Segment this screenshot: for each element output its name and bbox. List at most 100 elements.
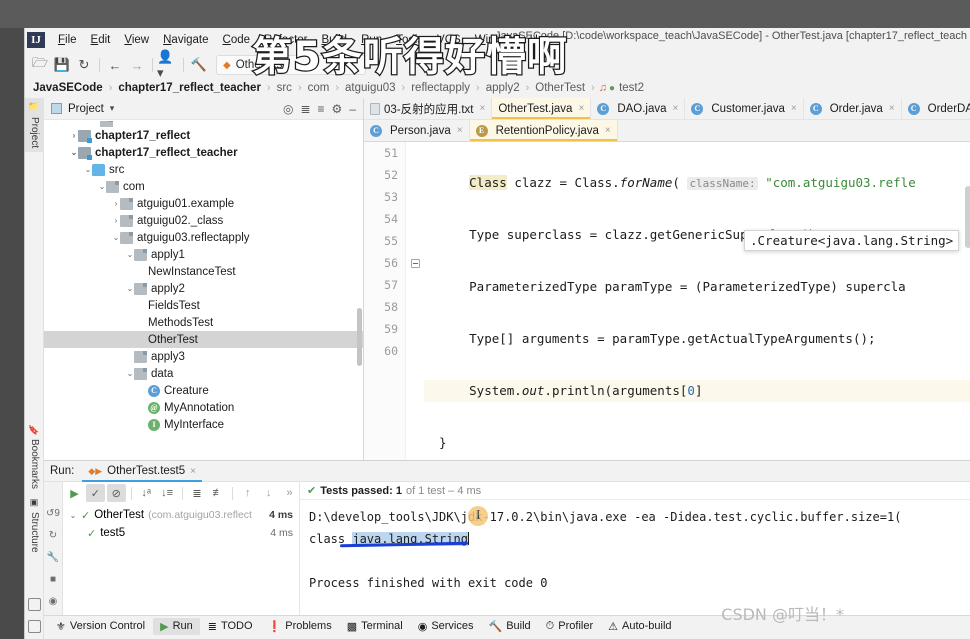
menu-tools[interactable]: Tools [389,32,430,48]
tree-row-creature[interactable]: C Creature [44,382,363,399]
close-icon[interactable]: × [605,125,611,136]
save-icon[interactable]: 💾 [51,55,73,75]
forward-arrow-icon[interactable]: → [126,55,148,75]
collapse-arrow-icon[interactable]: ⌄ [112,233,120,242]
breadcrumb-item-4[interactable]: atguigu03 [343,82,398,94]
project-tree[interactable]: › chapter17_reflect ⌄ chapter17_reflect_… [44,120,363,460]
editor-tab-orderdao[interactable]: C OrderDAO.java [902,98,970,119]
tree-row-methodstest[interactable]: C MethodsTest [44,314,363,331]
editor-scrollbar[interactable] [965,186,970,248]
editor-tab-retentionpolicy[interactable]: E RetentionPolicy.java × [469,120,618,141]
hide-ignored-icon[interactable]: ⊘ [106,484,126,502]
editor-tab-othertest[interactable]: C OtherTest.java × [492,98,592,119]
collapse-arrow-icon[interactable]: ⌄ [70,148,78,157]
close-icon[interactable]: × [479,103,485,114]
tree-row-com[interactable]: ⌄ com [44,178,363,195]
collapse-arrow-icon[interactable]: ⌄ [84,165,92,174]
menu-file[interactable]: File [51,32,84,48]
editor-tab-order[interactable]: C Order.java × [804,98,902,119]
prev-failed-icon[interactable]: ↑ [238,484,257,502]
project-tree-scrollbar[interactable] [357,308,362,366]
menu-navigate[interactable]: Navigate [156,32,215,48]
tree-row-othertest[interactable]: C OtherTest [44,331,363,348]
code-lines[interactable]: ClassClass clazz = Class. clazz = Class.… [424,142,970,460]
show-passed-icon[interactable]: ✓ [85,484,105,502]
bottom-button-todo[interactable]: ≣ TODO [201,618,260,635]
menu-view[interactable]: View [117,32,156,48]
test-more-icon[interactable]: » [280,484,299,502]
expand-all-icon[interactable]: ≣ [188,484,207,502]
strip-icon-b[interactable] [28,620,41,633]
strip-button-bookmarks[interactable]: 🔖 Bookmarks [25,420,44,490]
tree-row-src[interactable]: ⌄ src [44,161,363,178]
collapse-arrow-icon[interactable]: ⌄ [69,511,77,520]
next-failed-icon[interactable]: ↓ [259,484,278,502]
collapse-arrow-icon[interactable]: ⌄ [126,250,134,259]
close-icon[interactable]: × [457,125,463,136]
sort-alpha-icon[interactable]: ↓ᵃ [137,484,156,502]
close-icon[interactable]: × [190,466,196,477]
breadcrumb-item-1[interactable]: chapter17_reflect_teacher [116,82,263,94]
collapse-arrow-icon[interactable]: ⌄ [98,182,106,191]
close-icon[interactable]: × [791,103,797,114]
menu-build[interactable]: Build [315,32,355,48]
collapse-arrow-icon[interactable]: ⌄ [126,284,134,293]
open-folder-icon[interactable]: 🗁 [29,55,51,75]
menu-edit[interactable]: Edit [84,32,118,48]
run-configuration-selector[interactable]: ◆ OtherTest [216,55,366,75]
menu-refactor[interactable]: Refactor [257,32,314,48]
back-arrow-icon[interactable]: ← [104,55,126,75]
tree-row-chapter17-reflect[interactable]: › chapter17_reflect [44,127,363,144]
settings-gear-icon[interactable]: ⚙ [332,102,343,116]
tree-row-fieldstest[interactable]: C FieldsTest [44,297,363,314]
console-output[interactable]: D:\develop_tools\JDK\jdk-17.0.2\bin\java… [300,500,970,615]
settings-wrench-icon[interactable]: 🔧 [47,552,59,563]
editor-tab-dao[interactable]: C DAO.java × [591,98,686,119]
bottom-button-run[interactable]: ▶ Run [153,617,200,635]
collapse-all-icon[interactable]: ≡ [318,102,325,116]
locate-icon[interactable]: ◎ [283,102,293,116]
strip-button-structure[interactable]: ▣ Structure [25,494,44,562]
breadcrumb-item-2[interactable]: src [275,82,294,94]
bottom-button-services[interactable]: ◉ Services [411,618,481,635]
chevron-down-icon[interactable]: ▾ [110,103,115,114]
bottom-button-terminal[interactable]: ▩ Terminal [340,618,410,635]
tree-row-atguigu03-reflectapply[interactable]: ⌄ atguigu03.reflectapply [44,229,363,246]
expand-all-icon[interactable]: ≣ [300,102,310,116]
menu-code[interactable]: Code [216,32,258,48]
tree-row-atguigu01-example[interactable]: › atguigu01.example [44,195,363,212]
breadcrumb-item-6[interactable]: apply2 [484,82,522,94]
layout-icon[interactable]: ◉ [49,596,58,607]
expand-arrow-icon[interactable]: › [112,199,120,208]
run-tab-othertest-test5[interactable]: ◆▶ OtherTest.test5 × [82,461,202,482]
run-icon[interactable]: ▶ [65,484,84,502]
stop-icon[interactable]: ■ [50,574,56,585]
code-viewport[interactable]: 51 52 53 54 55 56 57 58 59 60 ClassClass… [364,142,970,460]
close-icon[interactable]: × [889,103,895,114]
test-row-othertest[interactable]: ⌄ ✓ OtherTest (com.atguigu03.reflect 4 m… [63,506,299,524]
tree-row-apply1[interactable]: ⌄ apply1 [44,246,363,263]
profile-icon[interactable]: 👤▾ [157,49,179,80]
tree-row-myannotation[interactable]: @ MyAnnotation [44,399,363,416]
rerun-icon[interactable]: ↺9 [46,508,60,519]
bottom-button-build[interactable]: 🔨 Build [482,618,538,635]
tree-row-myinterface[interactable]: I MyInterface [44,416,363,433]
bottom-button-auto-build[interactable]: ⚠ Auto-build [601,618,678,635]
bottom-button-profiler[interactable]: ⏱ Profiler [539,618,600,635]
tree-row-chapter17-reflect-teacher[interactable]: ⌄ chapter17_reflect_teacher [44,144,363,161]
editor-tab-txt[interactable]: 03-反射的应用.txt × [364,98,493,119]
collapse-arrow-icon[interactable]: ⌄ [126,369,134,378]
hammer-icon[interactable]: 🔨 [188,55,210,75]
strip-button-project[interactable]: 📁 Project [25,98,44,152]
expand-arrow-icon[interactable]: › [70,131,78,140]
breadcrumb-item-5[interactable]: reflectapply [409,82,472,94]
bottom-button-version-control[interactable]: ⚜ Version Control [49,618,152,635]
bottom-button-problems[interactable]: ❗ Problems [261,618,339,635]
expand-arrow-icon[interactable]: › [112,216,120,225]
strip-icon-a[interactable] [28,598,41,611]
tree-row-apply2[interactable]: ⌄ apply2 [44,280,363,297]
test-row-test5[interactable]: ✓ test5 4 ms [63,524,299,542]
breadcrumb-item-3[interactable]: com [306,82,332,94]
tree-row-data[interactable]: ⌄ data [44,365,363,382]
sort-duration-icon[interactable]: ↓≡ [158,484,177,502]
